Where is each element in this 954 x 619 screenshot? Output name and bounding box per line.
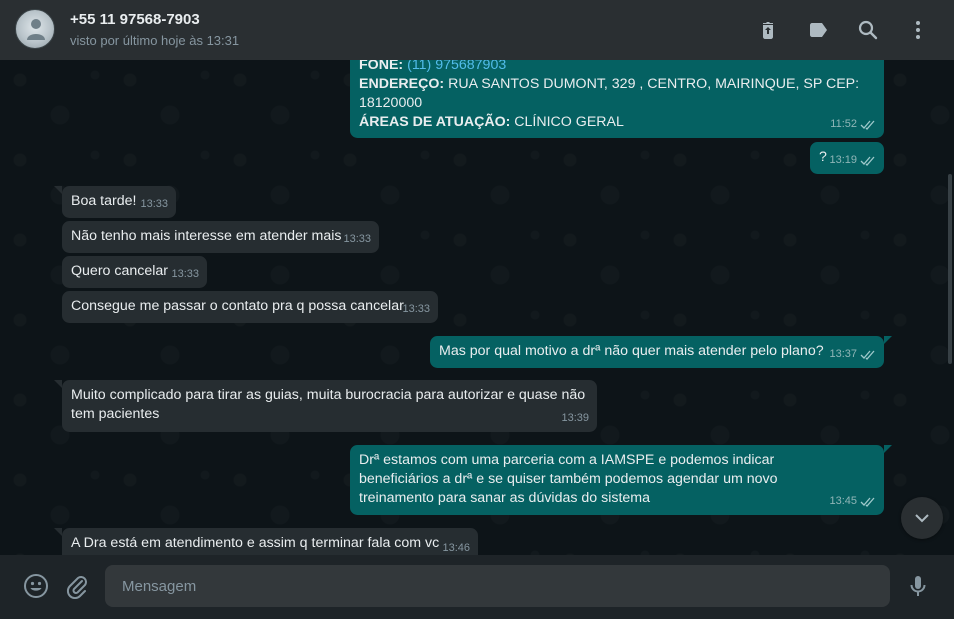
message-time: 13:33: [343, 233, 371, 245]
chat-header: +55 11 97568-7903 visto por último hoje …: [0, 0, 954, 60]
message-time: 13:33: [140, 198, 168, 210]
message-line: ENDEREÇO: RUA SANTOS DUMONT, 329 , CENTR…: [359, 76, 860, 92]
message-incoming[interactable]: Consegue me passar o contato pra q possa…: [62, 291, 438, 323]
message-line: ÁREAS DE ATUAÇÃO: CLÍNICO GERAL: [359, 114, 624, 130]
emoji-icon[interactable]: [23, 573, 49, 599]
last-seen-status: visto por último hoje às 13:31: [70, 33, 240, 48]
delete-icon[interactable]: [756, 18, 780, 42]
message-text: A Dra está em atendimento e assim q term…: [71, 535, 440, 551]
message-time: 13:45: [829, 492, 876, 511]
attach-icon[interactable]: [64, 573, 90, 600]
chat-scrollbar[interactable]: [948, 174, 952, 364]
scroll-down-button[interactable]: [901, 497, 943, 539]
message-incoming[interactable]: A Dra está em atendimento e assim q term…: [54, 528, 478, 555]
compose-bar: [0, 555, 954, 619]
message-outgoing[interactable]: Drª estamos com uma parceria com a IAMSP…: [350, 445, 892, 515]
message-time: 13:33: [171, 268, 199, 280]
message-incoming[interactable]: Boa tarde! 13:33: [54, 186, 176, 218]
message-text: Não tenho mais interesse em atender mais: [71, 228, 342, 244]
contact-name[interactable]: +55 11 97568-7903: [70, 11, 200, 28]
message-outgoing[interactable]: Mas por qual motivo a drª não quer mais …: [430, 336, 892, 368]
read-receipt-icon: [860, 120, 875, 130]
message-text: Consegue me passar o contato pra q possa…: [71, 298, 404, 314]
label-icon[interactable]: [806, 18, 830, 42]
microphone-icon[interactable]: [905, 573, 931, 599]
message-time: 13:39: [561, 412, 589, 424]
message-outgoing[interactable]: ? 13:19: [810, 142, 884, 174]
search-icon[interactable]: [856, 18, 880, 42]
message-time: 11:52: [830, 115, 876, 134]
message-time: 13:33: [402, 303, 430, 315]
message-time: 13:37: [829, 345, 876, 364]
menu-icon[interactable]: [906, 18, 930, 42]
message-incoming[interactable]: Muito complicado para tirar as guias, mu…: [54, 380, 597, 432]
chevron-down-icon: [915, 514, 929, 523]
message-text: Drª estamos com uma parceria com a IAMSP…: [359, 452, 778, 506]
message-time: 13:19: [829, 151, 876, 170]
message-line: FONE: (11) 975687903: [359, 60, 875, 75]
message-time: 13:46: [442, 542, 470, 554]
read-receipt-icon: [860, 497, 875, 507]
message-incoming[interactable]: Não tenho mais interesse em atender mais…: [62, 221, 379, 253]
message-outgoing[interactable]: FONE: (11) 975687903 ENDEREÇO: RUA SANTO…: [350, 60, 884, 138]
message-text: Muito complicado para tirar as guias, mu…: [71, 387, 586, 422]
message-incoming[interactable]: Quero cancelar 13:33: [62, 256, 207, 288]
read-receipt-icon: [860, 350, 875, 360]
avatar-figure-icon: [27, 19, 45, 40]
phone-link[interactable]: (11) 975687903: [407, 60, 506, 73]
message-line: 18120000: [359, 95, 423, 111]
message-text: Mas por qual motivo a drª não quer mais …: [439, 343, 824, 359]
contact-avatar[interactable]: [15, 9, 55, 49]
read-receipt-icon: [860, 156, 875, 166]
message-input[interactable]: [105, 565, 890, 607]
message-list[interactable]: FONE: (11) 975687903 ENDEREÇO: RUA SANTO…: [0, 60, 954, 555]
